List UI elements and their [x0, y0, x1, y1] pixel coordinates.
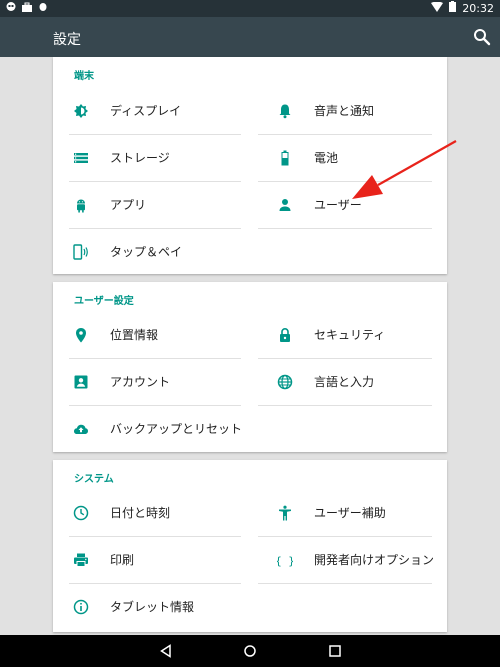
bell-icon — [279, 104, 291, 119]
status-bar: 20:32 — [0, 0, 500, 17]
person-icon — [279, 199, 291, 211]
section-device: 端末 ディスプレイ 音声と通知 ストレージ 電池 アプリ ユーザー タップ＆ペイ — [53, 57, 447, 274]
cloud-upload-icon — [74, 424, 88, 434]
search-button[interactable] — [472, 27, 492, 47]
settings-item-display[interactable]: ディスプレイ — [53, 88, 243, 134]
settings-item-sound[interactable]: 音声と通知 — [257, 88, 447, 134]
account-box-icon — [74, 375, 88, 389]
settings-item-language[interactable]: 言語と入力 — [257, 359, 447, 405]
info-icon — [73, 599, 89, 615]
settings-item-apps[interactable]: アプリ — [53, 182, 243, 228]
android-icon — [77, 199, 85, 213]
clock-icon — [73, 505, 89, 521]
briefcase-icon — [22, 2, 32, 12]
settings-item-storage[interactable]: ストレージ — [53, 135, 243, 181]
settings-item-label: セキュリティ — [314, 328, 386, 342]
settings-item-users[interactable]: ユーザー — [257, 182, 447, 228]
settings-item-developer[interactable]: { } 開発者向けオプション — [257, 537, 447, 583]
settings-item-label: アカウント — [110, 375, 171, 389]
settings-item-location[interactable]: 位置情報 — [53, 312, 243, 358]
settings-item-tap-pay[interactable]: タップ＆ペイ — [53, 229, 243, 275]
back-icon — [160, 644, 171, 658]
settings-item-label: 位置情報 — [110, 328, 159, 342]
brightness-icon — [74, 104, 88, 118]
settings-item-label: アプリ — [110, 198, 147, 212]
braces-icon: { } — [277, 555, 293, 568]
settings-item-label: タブレット情報 — [110, 600, 195, 614]
recents-button[interactable] — [327, 643, 343, 659]
accessibility-icon — [279, 505, 291, 521]
section-header-device: 端末 — [74, 71, 94, 82]
storage-icon — [74, 153, 88, 163]
clock-time: 20:32 — [462, 1, 494, 15]
android-debug-icon — [38, 2, 48, 12]
settings-item-accessibility[interactable]: ユーザー補助 — [257, 490, 447, 536]
settings-item-label: ユーザー補助 — [314, 506, 386, 520]
back-button[interactable] — [158, 643, 174, 659]
settings-item-datetime[interactable]: 日付と時刻 — [53, 490, 243, 536]
section-personal: ユーザー設定 位置情報 セキュリティ アカウント 言語と入力 バックアップとリセ… — [53, 282, 447, 452]
page-title: 設定 — [53, 32, 81, 48]
divider — [258, 583, 432, 584]
battery-icon — [281, 150, 289, 166]
settings-item-label: 言語と入力 — [314, 375, 375, 389]
printer-icon — [74, 553, 88, 567]
navigation-bar — [0, 635, 500, 667]
settings-item-label: タップ＆ペイ — [110, 245, 183, 259]
settings-item-label: 電池 — [314, 151, 339, 165]
hangouts-icon — [6, 2, 16, 12]
settings-item-label: 日付と時刻 — [110, 506, 171, 520]
section-system: システム 日付と時刻 ユーザー補助 印刷 { } 開発者向けオプション タブレッ… — [53, 460, 447, 632]
settings-item-battery[interactable]: 電池 — [257, 135, 447, 181]
settings-item-label: ストレージ — [110, 151, 170, 165]
settings-item-label: 開発者向けオプション — [314, 553, 435, 567]
settings-item-label: 音声と通知 — [314, 104, 375, 118]
divider — [258, 228, 432, 229]
settings-item-label: ユーザー — [314, 198, 362, 212]
settings-item-about[interactable]: タブレット情報 — [53, 584, 243, 630]
app-bar: 設定 — [0, 17, 500, 57]
settings-item-security[interactable]: セキュリティ — [257, 312, 447, 358]
settings-item-backup[interactable]: バックアップとリセット — [53, 406, 313, 452]
battery-icon — [449, 1, 457, 15]
search-icon — [474, 29, 491, 46]
lock-icon — [280, 328, 290, 342]
recents-icon — [329, 645, 341, 657]
settings-item-accounts[interactable]: アカウント — [53, 359, 243, 405]
home-button[interactable] — [242, 643, 258, 659]
settings-item-label: 印刷 — [110, 553, 135, 567]
settings-item-printing[interactable]: 印刷 — [53, 537, 243, 583]
svg-text:{ }: { } — [277, 555, 293, 568]
tap-pay-icon — [73, 244, 88, 260]
globe-icon — [277, 374, 293, 390]
wifi-icon — [431, 1, 444, 15]
settings-item-label: バックアップとリセット — [110, 422, 243, 436]
home-icon — [244, 645, 256, 657]
location-pin-icon — [76, 328, 86, 343]
section-header-system: システム — [74, 474, 114, 485]
section-header-personal: ユーザー設定 — [74, 296, 134, 307]
settings-item-label: ディスプレイ — [110, 104, 182, 118]
